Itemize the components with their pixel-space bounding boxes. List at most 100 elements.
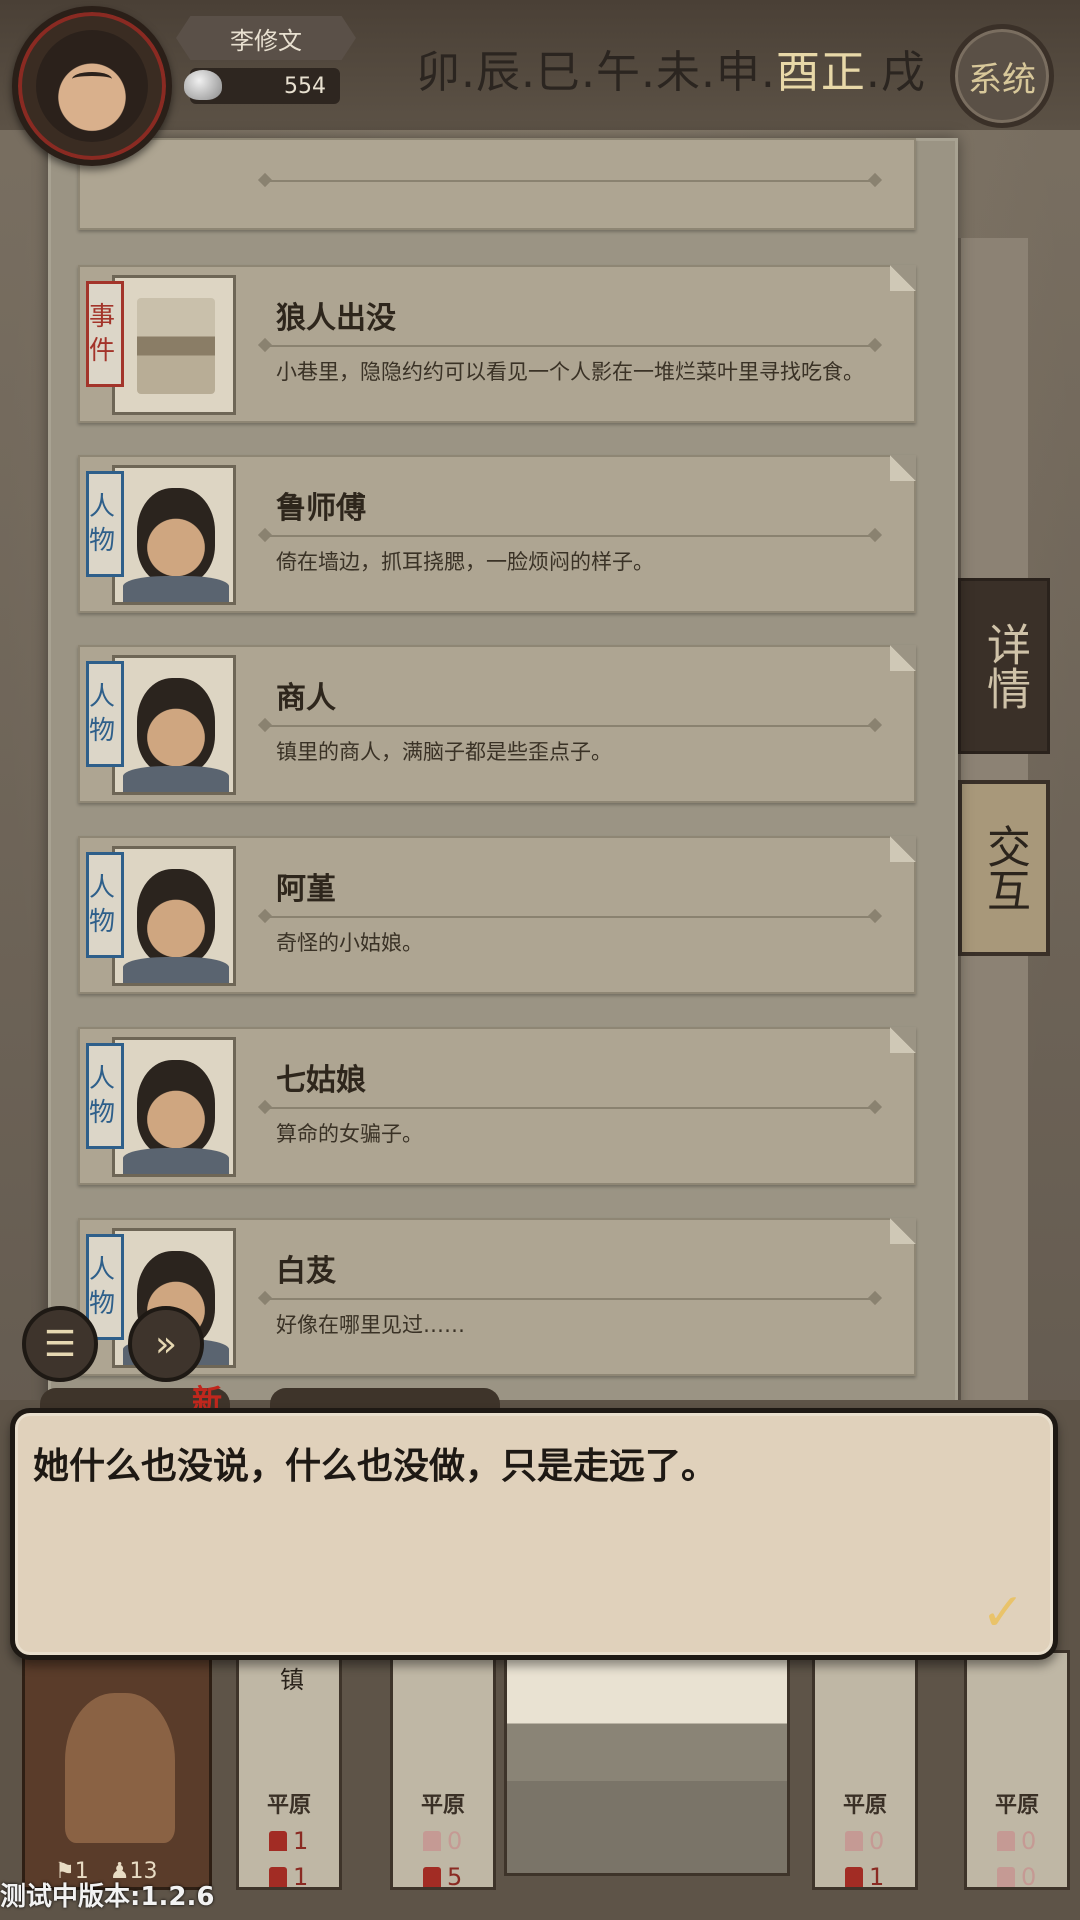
town-map-illustration[interactable]: [504, 1640, 790, 1876]
person-tag: 人物: [86, 1043, 124, 1149]
location-name: 平原: [420, 1793, 465, 1818]
fast-forward-icon: »: [154, 1323, 178, 1365]
location-stat-value: 0: [1021, 1863, 1037, 1891]
location-stat-value: 1: [293, 1863, 309, 1891]
character-portrait: [112, 465, 236, 605]
card-divider: [260, 1298, 880, 1300]
page-fold: [890, 265, 916, 291]
location-name: 平原: [266, 1793, 311, 1818]
portrait-face: [137, 678, 215, 774]
log-button[interactable]: ☰: [22, 1306, 98, 1382]
location-stat-value: 0: [1021, 1827, 1037, 1855]
checkmark-icon[interactable]: ✓: [973, 1587, 1033, 1639]
flag-icon: [845, 1831, 863, 1851]
player-name: 李修文: [176, 16, 356, 60]
card-divider: [260, 180, 880, 182]
portrait-body: [123, 766, 229, 792]
fast-forward-button[interactable]: »: [128, 1306, 204, 1382]
card-divider: [260, 916, 880, 918]
page-fold: [890, 1218, 916, 1244]
location-pillar[interactable]: 平原 0 0: [964, 1650, 1070, 1891]
person-icon: [997, 1867, 1015, 1887]
time-after: .戌: [865, 47, 926, 98]
town-label: 镇: [280, 1666, 304, 1694]
page-fold: [890, 455, 916, 481]
tab-interact[interactable]: 交互: [958, 780, 1050, 956]
person-tag: 人物: [86, 661, 124, 767]
location-stat: 0: [845, 1827, 884, 1855]
cart-silhouette: [65, 1693, 175, 1843]
document-icon: ☰: [43, 1323, 77, 1365]
list-item[interactable]: 事件 狼人出没 小巷里，隐隐约约可以看见一个人影在一堆烂菜叶里寻找吃食。: [78, 265, 916, 423]
card-description: 倚在墙边，抓耳挠腮，一脸烦闷的样子。: [276, 550, 654, 574]
person-tag: 人物: [86, 852, 124, 958]
character-portrait: [112, 1037, 236, 1177]
location-stat: 0: [997, 1827, 1036, 1855]
time-current: 酉正: [775, 47, 866, 98]
location-stat-value: 0: [447, 1827, 463, 1855]
card-description: 好像在哪里见过……: [276, 1313, 465, 1337]
flag-icon: [997, 1831, 1015, 1851]
location-stat: 0: [997, 1863, 1036, 1891]
person-icon: [845, 1867, 863, 1887]
page-fold: [890, 645, 916, 671]
card-title: 鲁师傅: [276, 491, 366, 526]
person-icon: [269, 1867, 287, 1887]
tab-interact-label: 交互: [979, 824, 1030, 912]
card-description: 镇里的商人，满脑子都是些歪点子。: [276, 740, 612, 764]
card-title: 阿堇: [276, 872, 336, 907]
list-item-partial[interactable]: [78, 138, 916, 230]
location-name: 平原: [842, 1793, 887, 1818]
card-description: 算命的女骗子。: [276, 1122, 423, 1146]
silver-amount: 554: [284, 73, 326, 99]
time-before: 卯.辰.巳.午.未.申.: [416, 47, 776, 98]
silver-counter: 554: [184, 68, 340, 104]
player-avatar[interactable]: [12, 6, 172, 166]
portrait-body: [123, 957, 229, 983]
location-stat-value: 1: [869, 1863, 885, 1891]
location-stat: 5: [423, 1863, 462, 1891]
page-fold: [890, 836, 916, 862]
character-portrait: [112, 655, 236, 795]
tab-details-label: 详情: [979, 622, 1030, 710]
dialog-box[interactable]: 她什么也没说，什么也没做，只是走远了。 ✓: [10, 1408, 1058, 1660]
location-stat-value: 1: [293, 1827, 309, 1855]
location-stat-value: 0: [869, 1827, 885, 1855]
location-pillar[interactable]: 平原 0 1: [812, 1650, 918, 1891]
version-label: 测试中版本:1.2.6: [0, 1882, 215, 1912]
location-stat: 1: [845, 1863, 884, 1891]
list-item[interactable]: 人物 商人 镇里的商人，满脑子都是些歪点子。: [78, 645, 916, 803]
card-description: 小巷里，隐隐约约可以看见一个人影在一堆烂菜叶里寻找吃食。: [276, 360, 864, 384]
card-divider: [260, 535, 880, 537]
portrait-face: [137, 869, 215, 965]
location-name: 平原: [994, 1793, 1039, 1818]
page-fold: [890, 1027, 916, 1053]
location-pillar[interactable]: 平原 0 5: [390, 1650, 496, 1891]
portrait-face: [137, 1060, 215, 1156]
card-title: 七姑娘: [276, 1063, 366, 1098]
tab-details[interactable]: 详情: [958, 578, 1050, 754]
card-divider: [260, 345, 880, 347]
system-button[interactable]: 系统: [950, 24, 1054, 128]
scene-image: [137, 298, 215, 394]
location-stat-value: 5: [447, 1863, 463, 1891]
card-divider: [260, 1107, 880, 1109]
card-divider: [260, 725, 880, 727]
card-title: 商人: [276, 681, 336, 716]
list-item[interactable]: 人物 阿堇 奇怪的小姑娘。: [78, 836, 916, 994]
portrait-body: [123, 1148, 229, 1174]
list-item[interactable]: 人物 鲁师傅 倚在墙边，抓耳挠腮，一脸烦闷的样子。: [78, 455, 916, 613]
time-of-day-bar: 卯.辰.巳.午.未.申.酉正.戌: [416, 36, 926, 100]
flag-icon: [423, 1831, 441, 1851]
list-item[interactable]: 人物 七姑娘 算命的女骗子。: [78, 1027, 916, 1185]
location-stat: 1: [269, 1863, 308, 1891]
caravan-card[interactable]: ⚑1 ♟13: [22, 1650, 212, 1890]
card-title: 狼人出没: [276, 301, 396, 336]
location-stat: 1: [269, 1827, 308, 1855]
portrait-face: [137, 488, 215, 584]
portrait-body: [123, 576, 229, 602]
silver-ingot-icon: [184, 70, 222, 100]
location-stat: 0: [423, 1827, 462, 1855]
list-item[interactable]: 人物 白芨 好像在哪里见过……: [78, 1218, 916, 1376]
avatar-portrait: [36, 30, 148, 142]
